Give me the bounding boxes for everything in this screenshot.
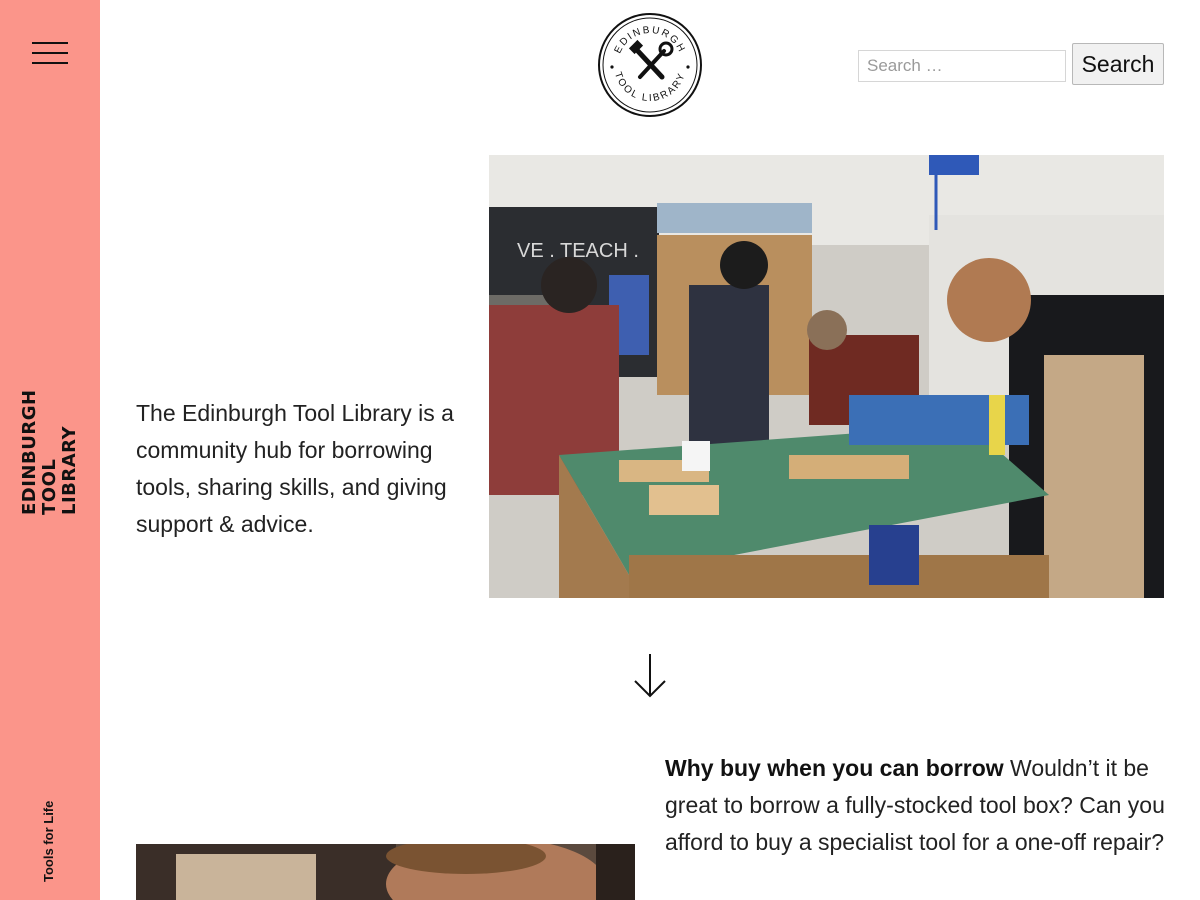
logo-dot-right [686, 65, 690, 69]
brand-line-edinburgh: EDINBURGH [19, 389, 40, 515]
borrow-text: Why buy when you can borrow Wouldn’t it … [665, 750, 1170, 861]
borrow-heading: Why buy when you can borrow [665, 755, 1004, 781]
menu-line [32, 52, 68, 54]
search-input[interactable] [858, 50, 1066, 82]
brand-line-library: LIBRARY [59, 425, 80, 515]
workshop-photo: VE . TEACH . [489, 155, 1164, 598]
sidebar-tagline: Tools for Life [41, 800, 56, 882]
intro-text: The Edinburgh Tool Library is a communit… [136, 400, 454, 537]
arrow-down-icon[interactable] [632, 652, 668, 700]
menu-line [32, 62, 68, 64]
sidebar: EDINBURGH TOOL LIBRARY Tools for Life [0, 0, 100, 900]
brand-line-tool: TOOL [39, 458, 60, 515]
sidebar-brand-wordmark[interactable]: EDINBURGH TOOL LIBRARY [19, 385, 82, 515]
site-logo[interactable]: EDINBURGH TOOL LIBRARY [596, 11, 704, 119]
hamburger-menu-icon[interactable] [32, 42, 68, 66]
search-button[interactable]: Search [1072, 43, 1164, 85]
logo-dot-left [610, 65, 614, 69]
person-photo [136, 844, 635, 900]
menu-line [32, 42, 68, 44]
